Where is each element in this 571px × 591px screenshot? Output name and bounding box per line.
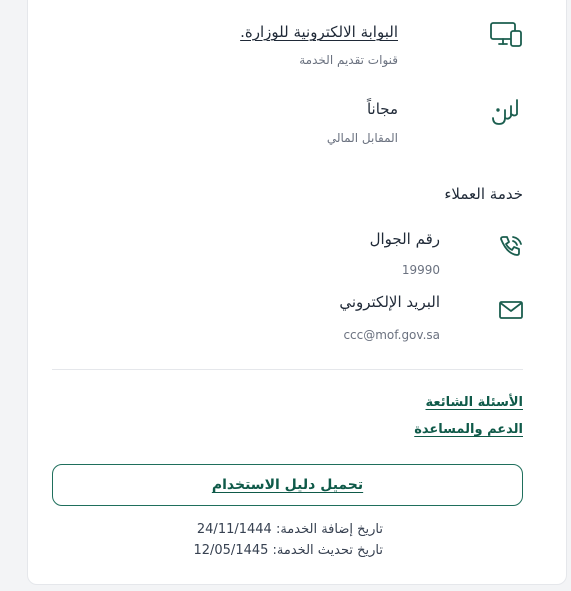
phone-label: رقم الجوال xyxy=(369,230,440,248)
service-added-date: تاريخ إضافة الخدمة: 24/11/1444 xyxy=(196,522,383,537)
service-channel-label: قنوات تقديم الخدمة xyxy=(299,53,398,67)
email-value[interactable]: ccc@mof.gov.sa xyxy=(343,328,440,342)
download-user-guide-label: تحميل دليل الاستخدام xyxy=(211,477,364,493)
section-divider xyxy=(52,369,523,370)
service-updated-date: تاريخ تحديث الخدمة: 12/05/1445 xyxy=(193,543,383,558)
riyal-icon xyxy=(489,96,523,130)
mail-icon xyxy=(498,298,524,322)
faq-link[interactable]: الأسئلة الشائعة xyxy=(426,395,524,410)
download-user-guide-button[interactable]: تحميل دليل الاستخدام xyxy=(52,464,523,506)
phone-value[interactable]: 19990 xyxy=(402,263,440,277)
support-link[interactable]: الدعم والمساعدة xyxy=(414,422,523,437)
phone-icon xyxy=(497,233,525,261)
service-channel-value[interactable]: البوابة الالكترونية للوزارة. xyxy=(240,23,398,41)
fee-value: مجاناً xyxy=(366,100,398,118)
fee-label: المقابل المالي xyxy=(326,131,398,145)
desktop-mobile-icon xyxy=(489,20,523,50)
customer-service-title: خدمة العملاء xyxy=(444,185,523,203)
email-label: البريد الإلكتروني xyxy=(339,293,440,311)
